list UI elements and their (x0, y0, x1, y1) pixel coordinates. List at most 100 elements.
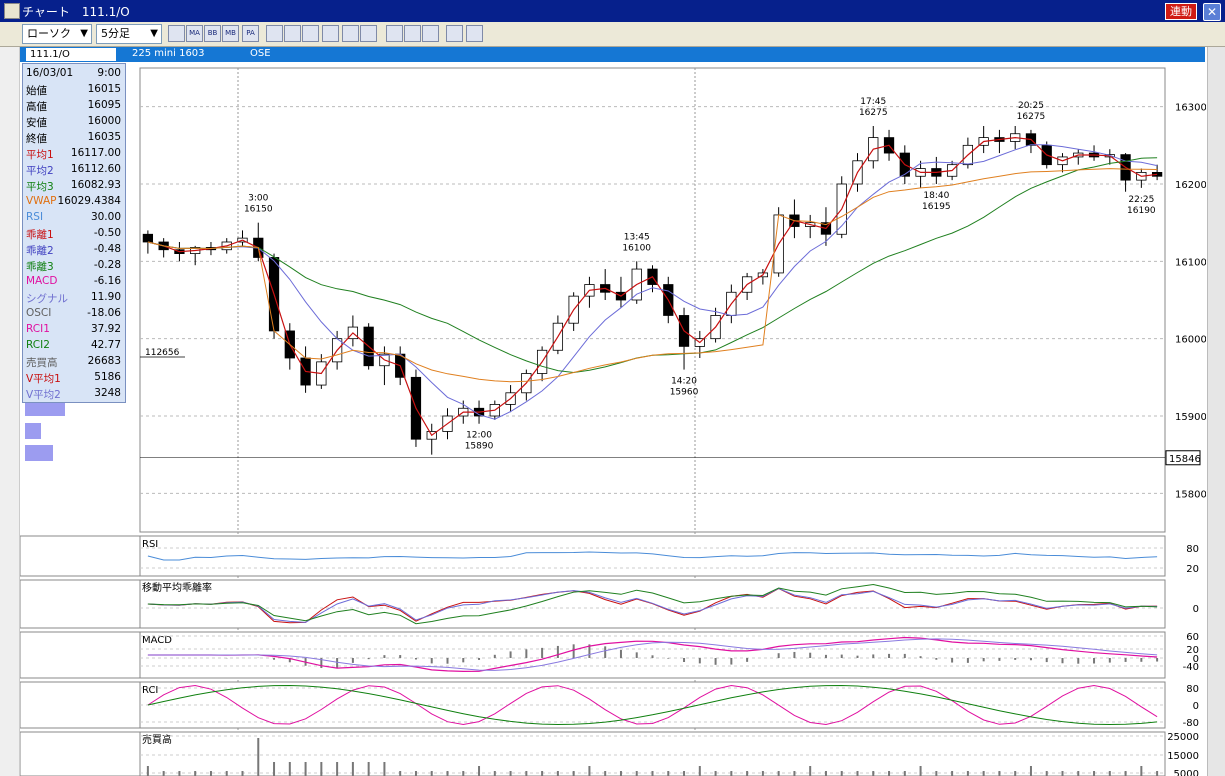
volume-bar (635, 771, 638, 776)
volume-bar (209, 771, 212, 776)
bb-icon[interactable]: BB (204, 25, 221, 42)
mb-icon[interactable]: MB (222, 25, 239, 42)
line-icon[interactable] (266, 25, 283, 42)
toolbar: ローソク ▼ 5分足 ▼ MA BB MB PA (0, 22, 1225, 47)
volume-bar (509, 771, 512, 776)
info-value: 42.77 (90, 339, 121, 351)
ma-icon[interactable]: MA (186, 25, 203, 42)
zoom-icon[interactable] (322, 25, 339, 42)
price-tick-label: 16200 (1175, 180, 1206, 191)
volume-bar (714, 771, 717, 776)
info-label: 乖離1 (26, 229, 54, 241)
info-value: -0.48 (93, 243, 121, 255)
volume-bar (1045, 771, 1048, 776)
volume-bar (888, 771, 891, 776)
info-value: -0.50 (93, 227, 121, 239)
volume-bar (1014, 771, 1017, 776)
cursor-icon[interactable] (404, 25, 421, 42)
info-row: 乖離2 -0.48 (26, 242, 123, 258)
close-icon[interactable]: ✕ (1203, 3, 1221, 21)
volume-bar (619, 771, 622, 776)
info-value: -6.16 (93, 275, 121, 287)
settings-icon[interactable] (360, 25, 377, 42)
tools-icon[interactable] (446, 25, 463, 42)
info-row: RCI1 37.92 (26, 322, 123, 338)
volume-bar (178, 771, 181, 776)
volume-bar (730, 771, 733, 776)
info-label: V平均1 (26, 373, 61, 385)
pa-icon[interactable]: PA (242, 25, 259, 42)
info-label: V平均2 (26, 389, 61, 401)
info-value: 37.92 (90, 323, 121, 335)
info-row: 平均3 16082.93 (26, 178, 123, 194)
info-value: 9:00 (97, 67, 121, 79)
symbol-strip: 111.1/O 225 mini 1603 OSE (20, 47, 1205, 62)
info-value: 11.90 (90, 291, 121, 303)
info-label: 売買高 (26, 357, 58, 369)
interval-value: 5分足 (101, 27, 130, 40)
volume-bar (399, 771, 402, 776)
info-row: シグナル 11.90 (26, 290, 123, 306)
info-row: 16/03/01 9:00 (26, 66, 123, 82)
annotation-time: 22:25 (1128, 195, 1154, 205)
subpanel-tick-label: 0 (1193, 701, 1199, 712)
volume-bar (304, 762, 307, 776)
info-label: 終値 (26, 133, 47, 145)
crosshair-icon[interactable] (302, 25, 319, 42)
volume-bar (541, 771, 544, 776)
price-tick-label: 15800 (1175, 489, 1206, 500)
info-value: 30.00 (90, 211, 121, 223)
annotation-price: 15890 (465, 442, 494, 452)
candle-body (142, 233, 154, 243)
annotation-time: 3:00 (248, 194, 268, 204)
chart-type-select[interactable]: ローソク ▼ (22, 24, 92, 44)
info-row: V平均2 3248 (26, 386, 123, 402)
chevron-down-icon: ▼ (150, 28, 158, 39)
annotation-time: 13:45 (624, 232, 650, 242)
price-tick-label: 16300 (1175, 103, 1206, 114)
volume-bar (966, 771, 969, 776)
annotation-time: 18:40 (923, 191, 949, 201)
volume-bar (572, 771, 575, 776)
pencil-icon[interactable] (386, 25, 403, 42)
candle-icon[interactable] (168, 25, 185, 42)
volume-bar (919, 766, 922, 776)
subpanel-tick-label: 15000 (1167, 751, 1199, 762)
info-row: 終値 16035 (26, 130, 123, 146)
vertical-scrollbar[interactable] (1207, 47, 1225, 776)
info-row: 平均1 16117.00 (26, 146, 123, 162)
volume-bar (273, 762, 276, 776)
volume-bar (462, 771, 465, 776)
chart-canvas[interactable]: 16300 16200 16100 16000 15900 15800 15846 11265… (20, 62, 1206, 776)
info-label: 乖離3 (26, 261, 54, 273)
symbol-code[interactable]: 111.1/O (26, 48, 116, 61)
info-row: MACD -6.16 (26, 274, 123, 290)
info-value: 16015 (87, 83, 121, 95)
annotation-price: 15960 (670, 388, 699, 398)
info-row: V平均1 5186 (26, 370, 123, 386)
info-label: OSCI (26, 307, 52, 319)
interval-select[interactable]: 5分足 ▼ (96, 24, 162, 44)
volume-bar (430, 771, 433, 776)
volume-bar (1061, 771, 1064, 776)
info-value: 16029.4384 (57, 195, 121, 207)
info-row: 高値 16095 (26, 98, 123, 114)
volume-bar (146, 766, 149, 776)
volume-bar (351, 762, 354, 776)
print-icon[interactable] (342, 25, 359, 42)
volume-bar (225, 771, 228, 776)
info-row: 平均2 16112.60 (26, 162, 123, 178)
subpanel-tick-label: 25000 (1167, 732, 1199, 743)
eraser-icon[interactable] (422, 25, 439, 42)
info-label: RSI (26, 211, 44, 223)
link-button[interactable]: 連動 (1165, 3, 1197, 20)
chevron-down-icon: ▼ (80, 28, 88, 39)
info-label: 乖離2 (26, 245, 54, 257)
multi-chart-icon[interactable] (284, 25, 301, 42)
hide-icon[interactable] (466, 25, 483, 42)
info-value: -0.28 (93, 259, 121, 271)
info-value: 26683 (87, 355, 121, 367)
volume-at-price-bar (25, 445, 53, 461)
volume-bar (383, 762, 386, 776)
subpanel-tick-label: 80 (1186, 544, 1199, 555)
